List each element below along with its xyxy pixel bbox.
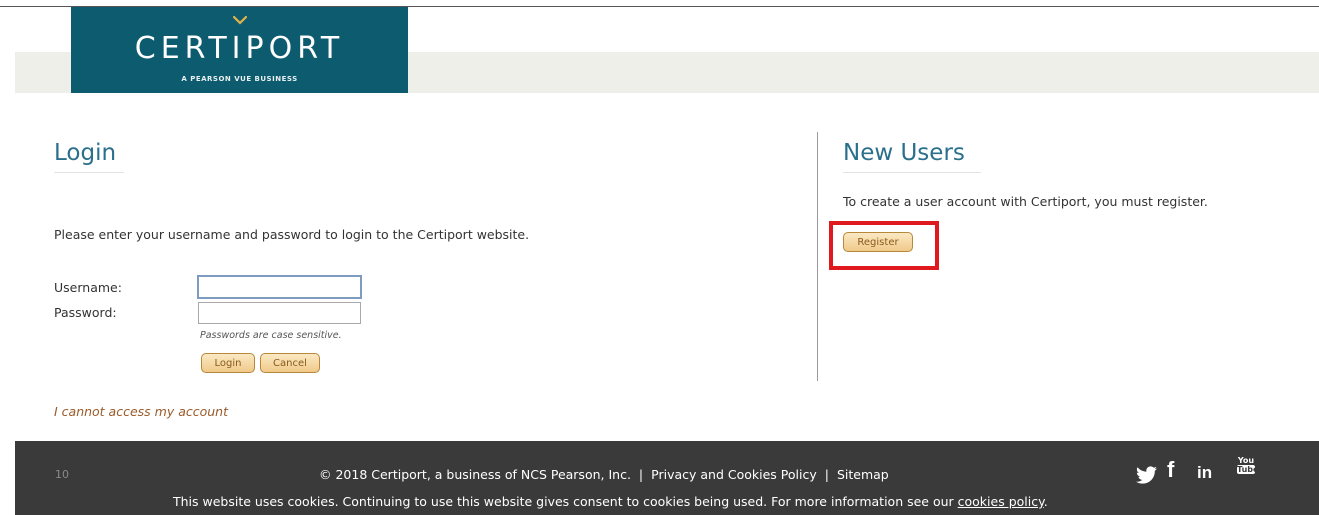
linkedin-icon[interactable]: in <box>1197 463 1212 483</box>
youtube-bottom-text: Tube <box>1237 465 1259 474</box>
new-users-title-underline <box>843 172 981 173</box>
register-highlight-box <box>829 221 939 270</box>
new-users-description: To create a user account with Certiport,… <box>843 194 1208 209</box>
twitter-icon[interactable] <box>1136 466 1158 484</box>
footer: 10 © 2018 Certiport, a business of NCS P… <box>15 441 1319 515</box>
page-number: 10 <box>55 468 69 481</box>
login-button[interactable]: Login <box>201 353 255 373</box>
password-note: Passwords are case sensitive. <box>200 330 342 341</box>
cancel-button[interactable]: Cancel <box>260 353 320 373</box>
section-divider <box>817 132 818 381</box>
password-label: Password: <box>54 305 117 320</box>
logo-tagline: A PEARSON VUE BUSINESS <box>181 75 298 83</box>
cookie-notice-text: This website uses cookies. Continuing to… <box>173 494 958 509</box>
footer-links-row: © 2018 Certiport, a business of NCS Pear… <box>319 467 889 482</box>
privacy-cookies-link[interactable]: Privacy and Cookies Policy <box>651 467 817 482</box>
copyright-text: © 2018 Certiport, a business of NCS Pear… <box>319 467 631 482</box>
cookies-policy-link[interactable]: cookies policy <box>958 494 1044 509</box>
username-label: Username: <box>54 280 122 295</box>
login-title-underline <box>54 172 124 173</box>
youtube-top-text: You <box>1237 456 1255 465</box>
facebook-icon[interactable]: f <box>1167 457 1174 483</box>
cookie-notice-end: . <box>1043 494 1048 509</box>
password-input[interactable] <box>198 302 361 324</box>
new-users-title: New Users <box>843 140 965 166</box>
cannot-access-link[interactable]: I cannot access my account <box>54 404 228 419</box>
username-input[interactable] <box>198 276 361 298</box>
login-title: Login <box>54 140 117 166</box>
login-instructions: Please enter your username and password … <box>54 227 530 242</box>
sitemap-link[interactable]: Sitemap <box>837 467 889 482</box>
logo-spark-icon <box>233 15 247 25</box>
certiport-logo[interactable]: CERTIPORT A PEARSON VUE BUSINESS <box>71 7 408 93</box>
youtube-icon[interactable]: You Tube <box>1237 456 1259 474</box>
cookie-notice: This website uses cookies. Continuing to… <box>173 494 1048 509</box>
footer-separator: | <box>638 467 644 482</box>
footer-separator: | <box>824 467 829 482</box>
logo-wordmark: CERTIPORT <box>134 31 345 66</box>
